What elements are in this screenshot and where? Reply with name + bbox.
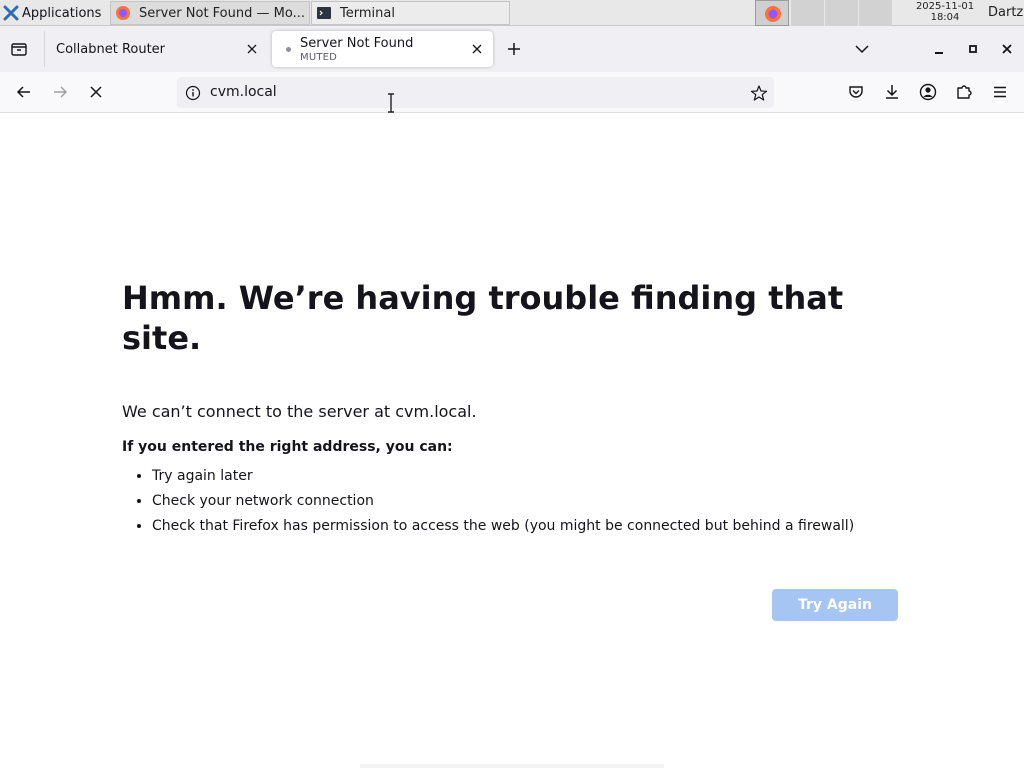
clock[interactable]: 2025-11-01 18:04 [906, 1, 984, 23]
star-icon[interactable] [750, 84, 768, 102]
workspace-1[interactable] [755, 0, 789, 26]
terminal-icon [317, 7, 331, 19]
account-icon[interactable] [918, 82, 938, 102]
error-page-content: Hmm. We’re having trouble finding that s… [122, 278, 902, 542]
suggestions-list: Try again later Check your network conne… [122, 467, 902, 535]
info-icon[interactable] [185, 85, 201, 101]
minimize-icon[interactable] [929, 39, 949, 59]
try-again-button[interactable]: Try Again [772, 589, 898, 621]
plus-icon[interactable] [504, 39, 524, 59]
stop-icon[interactable] [86, 82, 106, 102]
clock-time: 18:04 [930, 12, 960, 23]
bottom-divider [360, 764, 664, 768]
loading-dot-icon [286, 46, 291, 52]
applications-menu[interactable]: Applications [0, 0, 108, 26]
tab-server-not-found[interactable]: Server Not Found MUTED [272, 31, 493, 67]
suggestions-intro: If you entered the right address, you ca… [122, 439, 453, 455]
error-description: We can’t connect to the server at cvm.lo… [122, 402, 477, 421]
url-bar[interactable]: cvm.local [177, 77, 774, 108]
tab-muted-label: MUTED [300, 51, 338, 63]
user-menu[interactable]: Dartz [988, 5, 1023, 20]
forward-arrow-icon[interactable] [50, 82, 70, 102]
tab-list-icon[interactable] [8, 38, 30, 60]
close-icon[interactable] [997, 39, 1017, 59]
xfce-logo-icon [3, 5, 19, 21]
workspace-2[interactable] [790, 0, 824, 26]
close-icon[interactable] [244, 41, 260, 57]
error-heading: Hmm. We’re having trouble finding that s… [122, 279, 844, 357]
text-cursor-icon [388, 93, 394, 113]
firefox-icon [116, 6, 130, 20]
workspace-3[interactable] [824, 0, 858, 26]
pocket-icon[interactable] [846, 82, 866, 102]
applications-label: Applications [22, 5, 102, 21]
taskbar-task-label: Terminal [340, 5, 395, 21]
back-arrow-icon[interactable] [14, 82, 34, 102]
close-icon[interactable] [469, 41, 485, 57]
tab-title: Server Not Found [300, 35, 414, 51]
list-item: Try again later [152, 467, 902, 485]
os-taskbar: Applications Server Not Found — Mo... Te… [0, 0, 1024, 26]
hamburger-menu-icon[interactable] [990, 82, 1010, 102]
list-item: Check that Firefox has permission to acc… [152, 517, 902, 535]
tab-collabnet-router[interactable]: Collabnet Router [44, 31, 268, 67]
url-text[interactable]: cvm.local [210, 84, 277, 100]
taskbar-task-label: Server Not Found — Mo... [139, 5, 305, 21]
taskbar-task-terminal[interactable]: Terminal [311, 1, 510, 25]
firefox-icon [765, 6, 781, 22]
list-item: Check your network connection [152, 492, 902, 510]
taskbar-task-firefox[interactable]: Server Not Found — Mo... [110, 1, 310, 25]
extensions-icon[interactable] [954, 82, 974, 102]
chevron-down-icon[interactable] [852, 39, 872, 59]
navigation-toolbar: cvm.local [0, 72, 1024, 113]
clock-date: 2025-11-01 [915, 1, 975, 12]
maximize-icon[interactable] [963, 39, 983, 59]
workspace-4[interactable] [858, 0, 892, 26]
tab-title: Collabnet Router [56, 41, 166, 57]
download-icon[interactable] [882, 82, 902, 102]
